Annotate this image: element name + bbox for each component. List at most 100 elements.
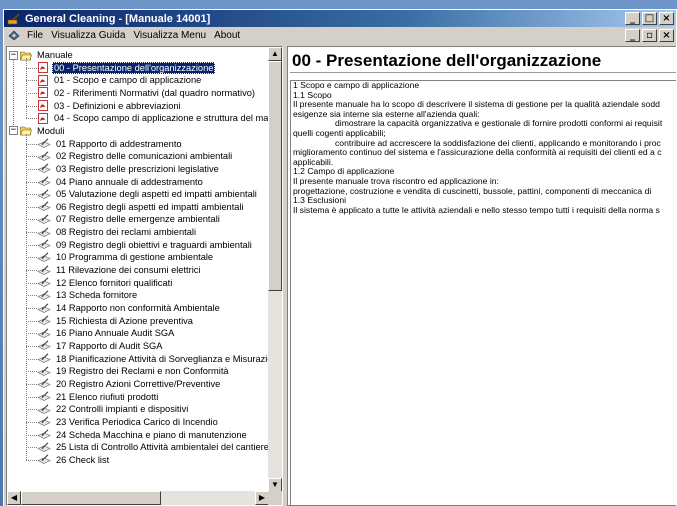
tree-item-label: 01 - Scopo e campo di applicazione [54, 75, 202, 86]
tree-item-modulo[interactable]: 20 Registro Azioni Correttive/Preventive [37, 378, 222, 390]
tree-item-modulo[interactable]: 24 Scheda Macchina e piano di manutenzio… [37, 429, 249, 441]
menu-visualizza-menu[interactable]: Visualizza Menu [130, 30, 211, 41]
tree-content: − Manuale 00 - Presentazione dell'organizz… [7, 47, 269, 492]
tree-item-modulo[interactable]: 26 Check list [37, 454, 111, 466]
minimize-button[interactable]: _ [625, 12, 640, 25]
tree-item-label: 02 - Riferimenti Normativi (dal quadro n… [54, 87, 255, 98]
tree-item-modulo[interactable]: 17 Rapporto di Audit SGA [37, 340, 164, 352]
tree-item-modulo[interactable]: 11 Rilevazione dei consumi elettrici [37, 264, 203, 276]
tree-connector-line [26, 80, 37, 82]
tree-item-modulo[interactable]: 23 Verifica Periodica Carico di Incendio [37, 416, 220, 428]
tree-item-modulo[interactable]: 18 Pianificazione Attività di Sorveglian… [37, 353, 269, 365]
form-pencil-icon [37, 252, 51, 262]
tree-folder-manuale[interactable]: Manuale [20, 49, 75, 61]
tree-item-label: 00 - Presentazione dell'organizzazione [52, 61, 216, 74]
form-pencil-icon [37, 214, 51, 224]
tree-connector-line [26, 396, 37, 398]
tree-item-modulo[interactable]: 03 Registro delle prescrizioni legislati… [37, 163, 221, 175]
tree-connector-line [26, 181, 37, 183]
tree-item-modulo[interactable]: 01 Rapporto di addestramento [37, 138, 184, 150]
tree-connector-line [26, 295, 37, 297]
tree-connector-line [26, 244, 37, 246]
tree-item-modulo[interactable]: 16 Piano Annuale Audit SGA [37, 327, 176, 339]
tree-item-manuale[interactable]: 01 - Scopo e campo di applicazione [37, 74, 203, 86]
close-button[interactable]: × [659, 12, 674, 25]
form-pencil-icon [37, 340, 51, 351]
tree-item-label: 01 Rapporto di addestramento [56, 138, 182, 149]
form-pencil-icon [37, 366, 51, 376]
tree-connector-line [26, 206, 37, 208]
tree-item-modulo[interactable]: 21 Elenco riufiuti prodotti [37, 391, 160, 403]
form-pencil-icon [37, 226, 51, 237]
scroll-corner [268, 491, 282, 505]
tree-item-label: 19 Registro dei Reclami e non Conformità [56, 366, 229, 377]
pdf-document-icon [38, 62, 48, 74]
tree-connector-line [26, 447, 37, 449]
tree-item-label: 04 - Scopo campo di applicazione e strut… [54, 113, 269, 124]
navigation-tree: − Manuale 00 - Presentazione dell'organizz… [6, 46, 283, 506]
vertical-scroll-thumb[interactable] [268, 61, 282, 291]
tree-item-manuale[interactable]: 02 - Riferimenti Normativi (dal quadro n… [37, 87, 257, 99]
tree-item-modulo[interactable]: 04 Piano annuale di addestramento [37, 176, 205, 188]
menu-file[interactable]: File [24, 30, 48, 41]
form-pencil-icon [37, 163, 51, 174]
form-pencil-icon [37, 391, 51, 401]
form-pencil-icon [37, 277, 51, 288]
document-text-area[interactable]: 1 Scopo e campo di applicazione 1.1 Scopo… [290, 80, 676, 505]
form-pencil-icon [37, 429, 51, 439]
menu-visualizza-guida[interactable]: Visualizza Guida [48, 30, 130, 41]
document-window-icon [8, 30, 20, 41]
tree-item-label: 11 Rilevazione dei consumi elettrici [56, 265, 201, 276]
form-pencil-icon [37, 454, 51, 465]
tree-item-label: Manuale [37, 50, 73, 60]
tree-item-label: 08 Registro dei reclami ambientali [56, 227, 197, 238]
tree-item-modulo[interactable]: 14 Rapporto non conformità Ambientale [37, 302, 222, 314]
tree-item-modulo[interactable]: 13 Scheda fornitore [37, 289, 139, 301]
child-restore-button[interactable]: ▫ [642, 29, 657, 42]
tree-item-modulo[interactable]: 22 Controlli impianti e dispositivi [37, 403, 190, 415]
tree-item-label: 09 Registro degli obiettivi e traguardi … [56, 239, 252, 250]
tree-item-label: 14 Rapporto non conformità Ambientale [56, 303, 220, 313]
tree-item-modulo[interactable]: 19 Registro dei Reclami e non Conformità [37, 365, 231, 377]
tree-item-modulo[interactable]: 25 Lista di Controllo Attività ambiental… [37, 441, 269, 453]
tree-item-modulo[interactable]: 08 Registro dei reclami ambientali [37, 226, 198, 238]
menu-about[interactable]: About [211, 30, 245, 41]
tree-item-manuale[interactable]: 03 - Definizioni e abbreviazioni [37, 100, 183, 112]
tree-item-modulo[interactable]: 09 Registro degli obiettivi e traguardi … [37, 239, 254, 251]
tree-connector-line [26, 67, 37, 69]
tree-connector-line [26, 371, 37, 373]
tree-item-manuale[interactable]: 04 - Scopo campo di applicazione e strut… [37, 112, 269, 124]
tree-item-modulo[interactable]: 15 Richiesta di Azione preventiva [37, 315, 195, 327]
tree-item-modulo[interactable]: 06 Registro degli aspetti ed impatti amb… [37, 201, 246, 213]
tree-connector-line [26, 118, 37, 120]
tree-connector-line [26, 92, 37, 94]
collapse-toggle[interactable]: − [9, 126, 18, 136]
tree-item-label: 04 Piano annuale di addestramento [56, 176, 203, 187]
scroll-right-button[interactable]: ▶ [255, 491, 269, 505]
tree-horizontal-scrollbar[interactable]: ◀ ▶ [7, 491, 269, 505]
form-pencil-icon [37, 264, 51, 275]
client-area: − Manuale 00 - Presentazione dell'organizz… [4, 44, 676, 506]
scroll-up-button[interactable]: ▲ [268, 47, 282, 61]
title-bar[interactable]: General Cleaning - [Manuale 14001] _ □ × [4, 10, 676, 27]
maximize-button[interactable]: □ [642, 12, 657, 25]
form-pencil-icon [37, 404, 51, 414]
pdf-document-icon [38, 100, 48, 112]
tree-vertical-scrollbar[interactable]: ▲ ▼ [268, 47, 282, 492]
child-minimize-button[interactable]: _ [625, 29, 640, 42]
horizontal-scroll-thumb[interactable] [21, 491, 161, 505]
form-pencil-icon [37, 353, 51, 363]
tree-item-modulo[interactable]: 10 Programma di gestione ambientale [37, 251, 215, 263]
tree-item-label: 22 Controlli impianti e dispositivi [56, 404, 189, 415]
tree-item-modulo[interactable]: 12 Elenco fornitori qualificati [37, 277, 174, 289]
tree-item-manuale[interactable]: 00 - Presentazione dell'organizzazione [37, 61, 216, 74]
scroll-left-button[interactable]: ◀ [7, 491, 21, 505]
tree-item-modulo[interactable]: 07 Registro delle emergenze ambientali [37, 213, 222, 225]
document-text-line: progettazione, costruzione e vendita di … [293, 185, 652, 196]
child-close-button[interactable]: × [659, 29, 674, 42]
tree-connector-line [26, 168, 37, 170]
tree-item-modulo[interactable]: 02 Registro delle comunicazioni ambienta… [37, 150, 234, 162]
tree-item-modulo[interactable]: 05 Valutazione degli aspetti ed impatti … [37, 188, 259, 200]
scroll-down-button[interactable]: ▼ [268, 478, 282, 492]
tree-item-label: 17 Rapporto di Audit SGA [56, 340, 163, 351]
